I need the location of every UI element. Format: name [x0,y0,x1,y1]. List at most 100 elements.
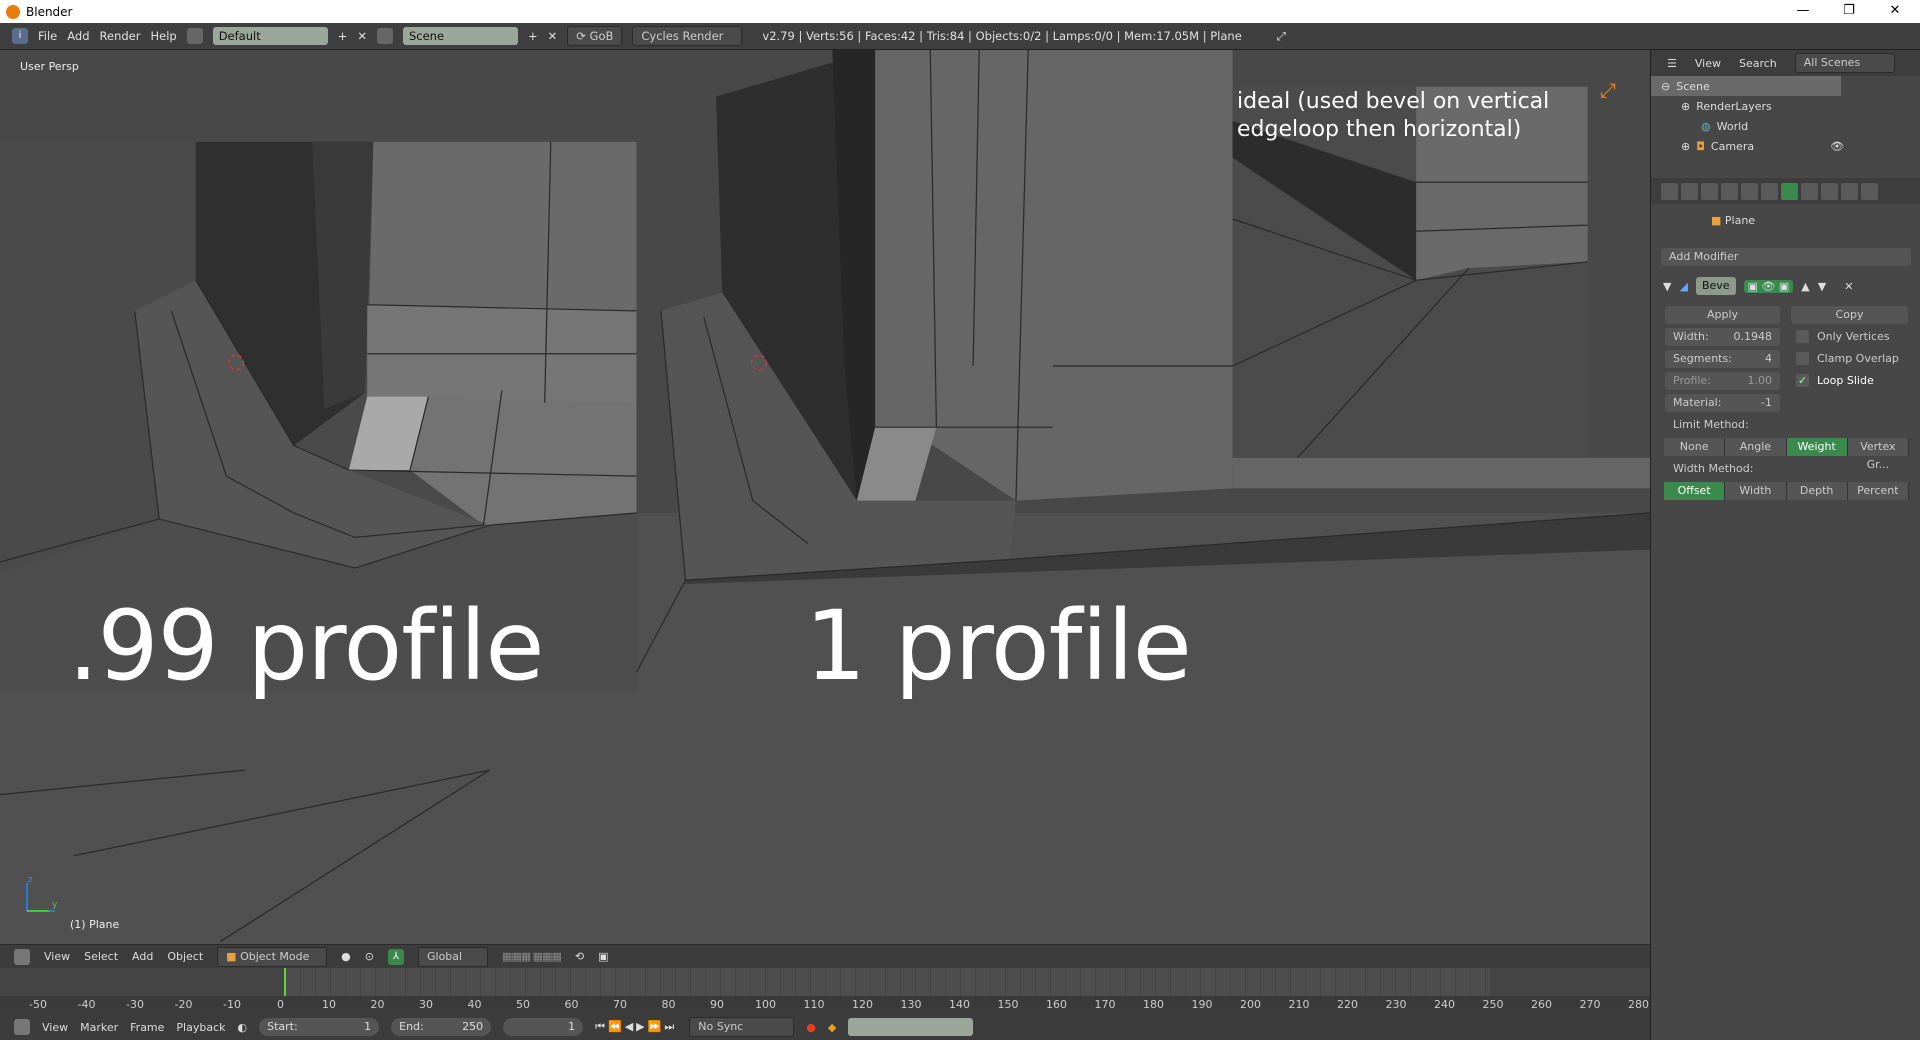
segments-field[interactable]: Segments: 4 [1665,350,1780,368]
menu-add-3d[interactable]: Add [132,950,153,963]
tl-menu-frame[interactable]: Frame [130,1021,164,1034]
render-tab-icon[interactable] [1661,182,1678,200]
remove-modifier-icon[interactable]: ✕ [1844,280,1853,293]
pivot-icon[interactable]: ⊙ [365,950,374,963]
width-width[interactable]: Width [1725,482,1787,500]
timeline-ruler[interactable]: -50 -40 -30 -20 -10 0 10 20 30 40 50 60 70 80 90 100 110… [0,996,1650,1014]
sync-select[interactable]: No Sync [689,1017,795,1037]
limit-angle[interactable]: Angle [1725,438,1787,456]
layout-icon[interactable] [186,28,203,44]
minimize-button[interactable]: — [1780,0,1826,23]
move-up-icon[interactable]: ▲ [1801,280,1809,293]
start-field[interactable]: Start: 1 [259,1018,380,1036]
keying-icon[interactable]: ◐ [238,1021,248,1034]
constraints-tab-icon[interactable] [1761,182,1778,200]
close-button[interactable]: ✕ [1872,0,1918,23]
manipulator-icon[interactable]: ⅄ [388,948,404,965]
loop-slide-checkbox[interactable]: ✓ Loop Slide [1796,374,1874,387]
orientation-select[interactable]: Global [418,946,488,967]
limit-none[interactable]: None [1664,438,1726,456]
menu-help[interactable]: Help [150,29,176,43]
collapse-icon[interactable]: ▼ [1663,280,1671,293]
data-tab-icon[interactable] [1801,182,1818,200]
timeline-header: View Marker Frame Playback ◐ Start: 1 End… [0,1014,1650,1040]
layers-icon[interactable]: ▦▦▦ ▦▦▦ [502,950,562,963]
timeline-tick: 170 [1094,998,1116,1011]
end-field[interactable]: End: 250 [391,1018,492,1036]
timeline[interactable]: -50 -40 -30 -20 -10 0 10 20 30 40 50 60 70 80 90 100 110… [0,968,1650,1014]
width-percent[interactable]: Percent [1847,482,1909,500]
timeline-editor-icon[interactable] [14,1019,30,1035]
move-down-icon[interactable]: ▼ [1818,280,1826,293]
material-field[interactable]: Material: -1 [1665,394,1780,412]
menu-select[interactable]: Select [84,950,118,963]
current-frame-cursor[interactable] [284,968,286,996]
current-frame-field[interactable]: 1 [503,1018,584,1036]
add-layout-icon[interactable]: + [338,29,348,43]
add-scene-icon[interactable]: + [528,29,538,43]
layout-field[interactable]: Default [212,27,328,45]
info-editor-icon[interactable]: i [12,28,28,44]
shading-icon[interactable]: ● [341,950,351,963]
window-titlebar: Blender — ❐ ✕ [0,0,1920,23]
object-tab-icon[interactable] [1741,182,1758,200]
world-tab-icon[interactable] [1721,182,1738,200]
scene-field[interactable]: Scene [402,27,518,45]
particles-tab-icon[interactable] [1861,182,1878,200]
tl-menu-playback[interactable]: Playback [176,1021,225,1034]
render-preview-icon[interactable]: ▣ [598,950,608,963]
scene-tab-icon[interactable] [1701,182,1718,200]
outliner-menu-search[interactable]: Search [1739,57,1777,70]
add-modifier-select[interactable]: Add Modifier [1661,248,1911,266]
timeline-tick: 160 [1046,998,1067,1011]
outliner-filter-select[interactable]: All Scenes [1794,53,1895,73]
menu-view[interactable]: View [44,950,70,963]
profile-field[interactable]: Profile: 1.00 [1665,372,1780,390]
outliner-icon[interactable]: ☰ [1667,57,1677,70]
scene-icon[interactable] [376,28,393,44]
menu-file[interactable]: File [38,29,57,43]
3d-viewport[interactable]: User Persp .99 profile 1 profile ideal (… [0,50,1650,944]
outliner-menu-view[interactable]: View [1695,57,1721,70]
outliner-item-renderlayers[interactable]: ⊕ RenderLayers [1651,96,1920,116]
limit-weight[interactable]: Weight [1786,438,1848,456]
keyframe-icon[interactable]: ◆ [828,1021,836,1034]
texture-tab-icon[interactable] [1841,182,1858,200]
limit-vertex-group[interactable]: Vertex Gr... [1847,438,1909,471]
remove-scene-icon[interactable]: ✕ [548,29,558,43]
modifier-name-field[interactable]: Beve [1695,277,1736,295]
width-field[interactable]: Width: 0.1948 [1665,328,1780,346]
menu-render[interactable]: Render [100,29,141,43]
outliner-item-world[interactable]: ◍ World [1651,116,1920,136]
snap-icon[interactable]: ⟲ [575,950,584,963]
modifier-visibility-toggles[interactable]: ▣ 👁 ▣ [1743,279,1794,293]
only-vertices-checkbox[interactable]: Only Vertices [1796,330,1890,343]
tl-menu-marker[interactable]: Marker [80,1021,118,1034]
fullscreen-icon[interactable]: ⤢ [1277,29,1286,44]
copy-button[interactable]: Copy [1791,306,1908,324]
keying-set-field[interactable] [848,1018,974,1036]
editor-type-icon[interactable] [14,948,30,965]
width-offset[interactable]: Offset [1664,482,1726,500]
camera-view-icon[interactable]: ⤢ [1600,78,1616,102]
maximize-button[interactable]: ❐ [1826,0,1872,23]
menu-add[interactable]: Add [67,29,89,43]
visibility-icon[interactable]: 👁 [1830,140,1844,153]
menu-object[interactable]: Object [167,950,203,963]
gob-button[interactable]: ⟳ GoB [567,26,623,46]
mode-select[interactable]: ■ Object Mode [217,946,328,967]
modifiers-tab-icon[interactable] [1781,182,1798,200]
apply-button[interactable]: Apply [1665,306,1780,324]
render-engine-select[interactable]: Cycles Render [632,26,743,46]
layers-tab-icon[interactable] [1681,182,1698,200]
outliner-item-camera[interactable]: ⊕ ◘ Camera 👁 [1651,136,1920,156]
width-depth[interactable]: Depth [1786,482,1848,500]
tl-menu-view[interactable]: View [42,1021,68,1034]
material-tab-icon[interactable] [1821,182,1838,200]
clamp-overlap-checkbox[interactable]: Clamp Overlap [1796,352,1899,365]
record-icon[interactable]: ● [806,1021,816,1034]
timeline-tick: 70 [613,998,627,1011]
playback-controls[interactable]: ⏮⏪◀▶⏩⏭ [595,1020,677,1034]
remove-layout-icon[interactable]: ✕ [357,29,367,43]
outliner-item-scene[interactable]: ⊖ Scene [1651,76,1841,96]
